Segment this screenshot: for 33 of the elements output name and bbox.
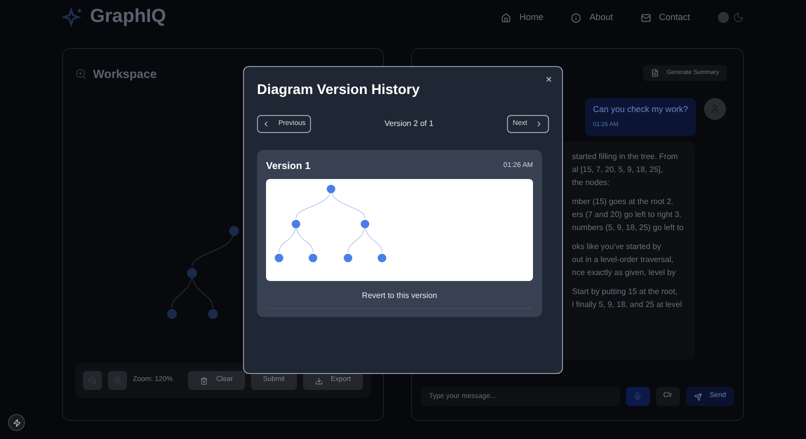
lightning-icon <box>12 418 20 426</box>
revert-button[interactable]: Revert to this version <box>266 283 533 309</box>
message-text: Can you check my work? <box>593 104 688 115</box>
home-icon <box>501 12 512 22</box>
modal-title: Diagram Version History <box>257 80 421 99</box>
download-icon <box>314 376 323 384</box>
message-text: started filling in the tree. From al [15, 7, 20, 5, 9, 18, 25], the nodes: <box>572 151 679 189</box>
message-text: Start by putting 15 at the root, l finally 5, 9, 18, and 25 at level <box>572 286 683 311</box>
nav-link[interactable]: Home <box>501 10 544 24</box>
info-icon <box>571 12 582 22</box>
version-title: Version 1 <box>266 160 310 174</box>
microphone-icon <box>633 392 642 401</box>
sparkle-icon <box>62 6 84 28</box>
zoom-out-button[interactable] <box>83 371 102 390</box>
nav-link[interactable]: Contact <box>640 10 690 24</box>
zoom-out-icon <box>88 376 97 385</box>
panel-title: Workspace <box>93 66 157 83</box>
document-icon <box>650 69 659 77</box>
send-icon <box>694 392 702 400</box>
trash-icon <box>200 376 208 384</box>
logo-text[interactable]: GraphIQ <box>90 3 166 32</box>
lightning-button[interactable] <box>8 414 25 431</box>
message-text: mber (15) goes at the root 2. ers (7 and 20) go left to right 3. numbers (5, 9, 18, 25) go left to <box>572 196 685 234</box>
zoom-in-button[interactable] <box>108 371 127 390</box>
nav-link[interactable]: About <box>571 10 613 24</box>
mail-icon <box>640 12 651 22</box>
close-button[interactable]: × <box>546 72 552 88</box>
zoom-in-icon <box>113 376 122 385</box>
version-position: Version 2 of 1 <box>384 118 434 130</box>
moon-icon[interactable] <box>733 12 744 23</box>
zoom-in-icon <box>75 68 87 80</box>
microphone-button[interactable] <box>626 387 650 406</box>
message-text: oks like you've started by out in a level-order traversal, nce exactly as given, level by <box>572 241 677 279</box>
